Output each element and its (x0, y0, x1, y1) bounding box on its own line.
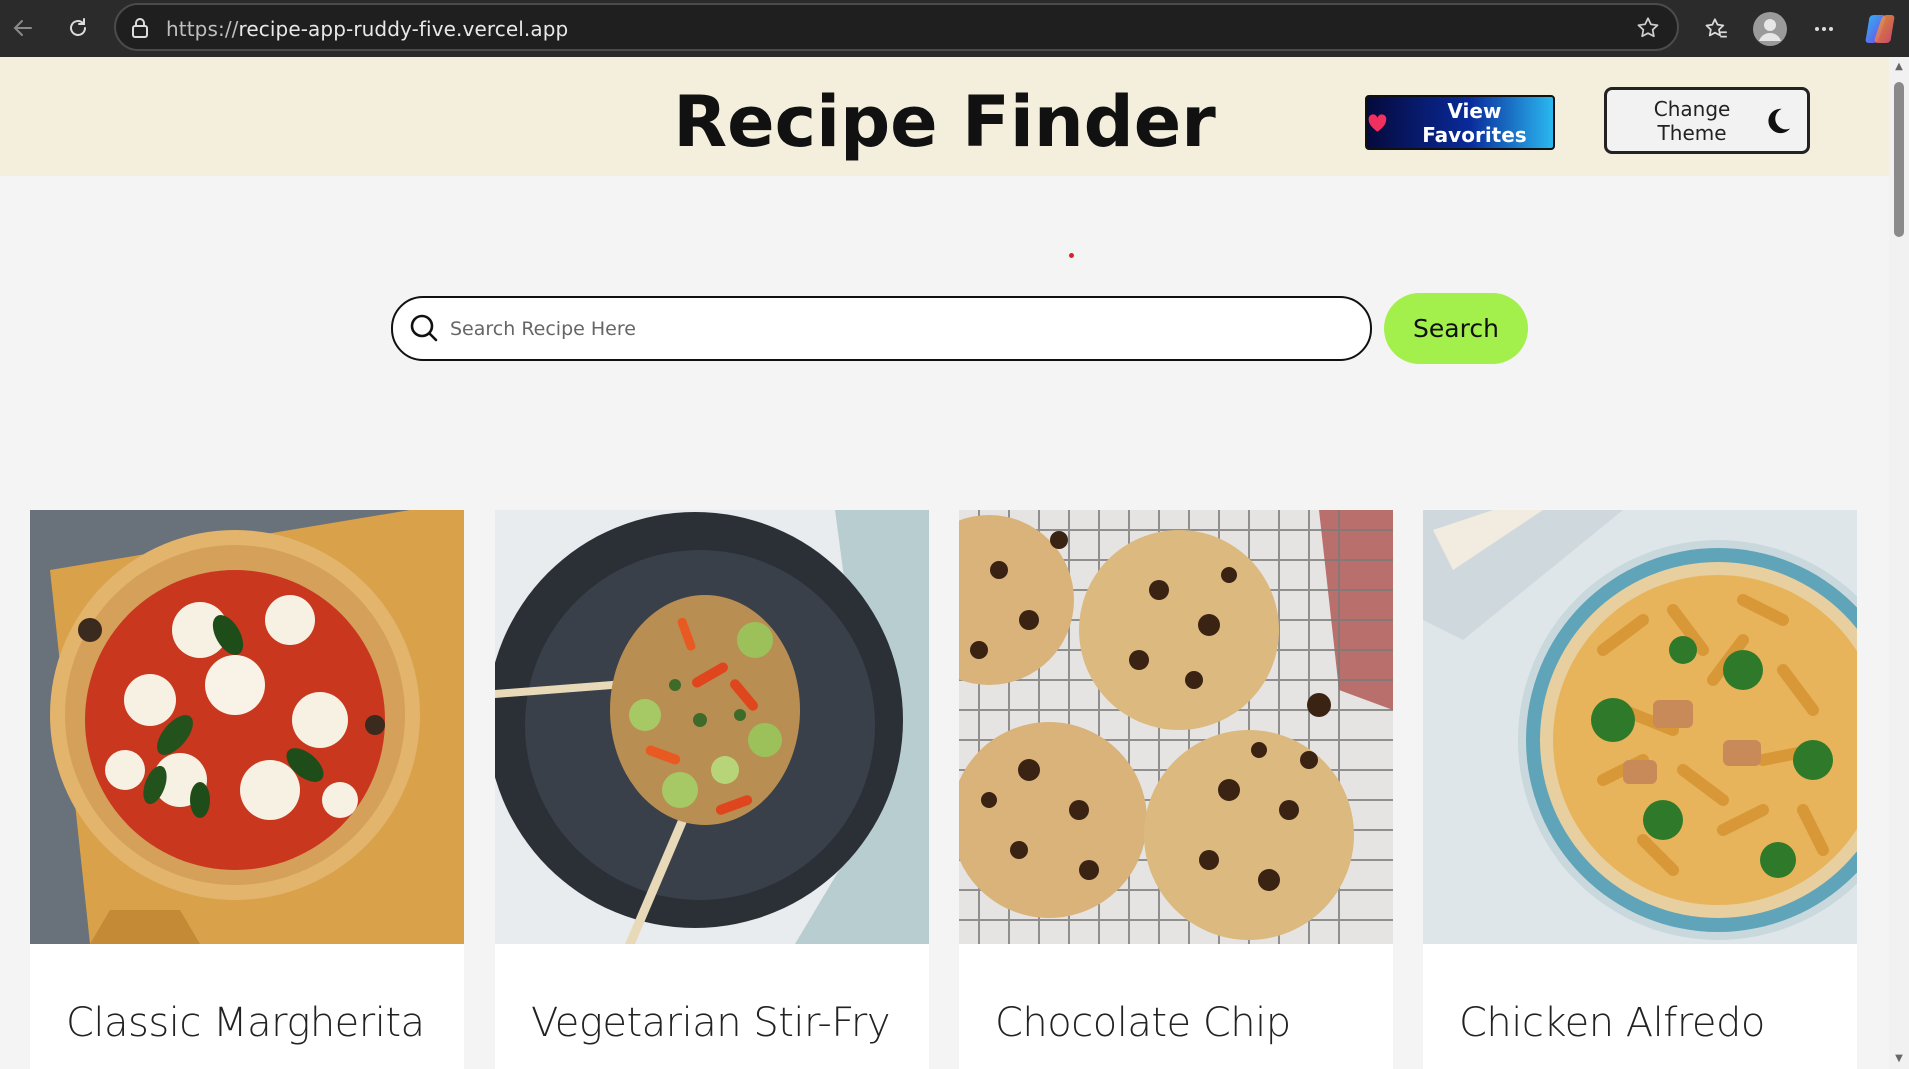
change-theme-button[interactable]: Change Theme (1604, 87, 1810, 154)
copilot-icon[interactable] (1860, 9, 1900, 49)
moon-icon (1768, 108, 1791, 133)
recipe-card[interactable]: Chicken Alfredo (1423, 510, 1857, 1069)
stir-fry-image (495, 510, 929, 944)
loading-dot (1069, 253, 1074, 258)
heart-icon (1368, 113, 1387, 132)
page-viewport: Recipe Finder View Favorites Change Them… (0, 57, 1909, 1069)
recipe-name: Vegetarian Stir-Fry (531, 1000, 891, 1046)
search-icon (409, 313, 439, 348)
back-arrow-icon (13, 20, 32, 36)
browser-toolbar: https://recipe-app-ruddy-five.vercel.app (0, 0, 1909, 57)
recipe-name: Chocolate Chip (995, 1000, 1291, 1046)
recipe-card[interactable]: Chocolate Chip (959, 510, 1393, 1069)
more-options-icon[interactable] (1804, 9, 1844, 49)
back-button[interactable] (4, 9, 42, 47)
recipe-name: Chicken Alfredo (1459, 1000, 1765, 1046)
pizza-image (30, 510, 464, 944)
change-theme-label: Change Theme (1653, 96, 1731, 145)
recipe-card[interactable]: Classic Margherita (30, 510, 464, 1069)
bookmark-star-icon[interactable] (1635, 15, 1661, 46)
pasta-image (1423, 510, 1857, 944)
lock-icon (130, 17, 150, 44)
url-text: https://recipe-app-ruddy-five.vercel.app (166, 17, 569, 41)
favorites-icon[interactable] (1696, 9, 1736, 49)
recipe-card[interactable]: Vegetarian Stir-Fry (495, 510, 929, 1069)
view-favorites-button[interactable]: View Favorites (1365, 95, 1555, 150)
cookies-image (959, 510, 1393, 944)
scrollbar-thumb[interactable] (1894, 82, 1904, 237)
view-favorites-label: View Favorites (1422, 98, 1527, 147)
search-bar (391, 296, 1372, 361)
profile-avatar-icon[interactable] (1750, 9, 1790, 49)
address-bar[interactable]: https://recipe-app-ruddy-five.vercel.app (114, 3, 1679, 51)
recipe-grid: Classic Margherita Vegetarian Stir-Fry C… (30, 510, 1860, 1069)
search-button[interactable]: Search (1384, 293, 1528, 364)
reload-button[interactable] (59, 9, 97, 47)
scroll-up-arrow-icon[interactable]: ▲ (1893, 61, 1905, 73)
site-header: Recipe Finder View Favorites Change Them… (0, 57, 1889, 176)
search-input[interactable] (450, 308, 1350, 350)
reload-icon (70, 18, 86, 36)
recipe-name: Classic Margherita (66, 1000, 425, 1046)
scroll-down-arrow-icon[interactable]: ▼ (1893, 1053, 1905, 1065)
page-scrollbar[interactable]: ▲ ▼ (1889, 57, 1909, 1069)
